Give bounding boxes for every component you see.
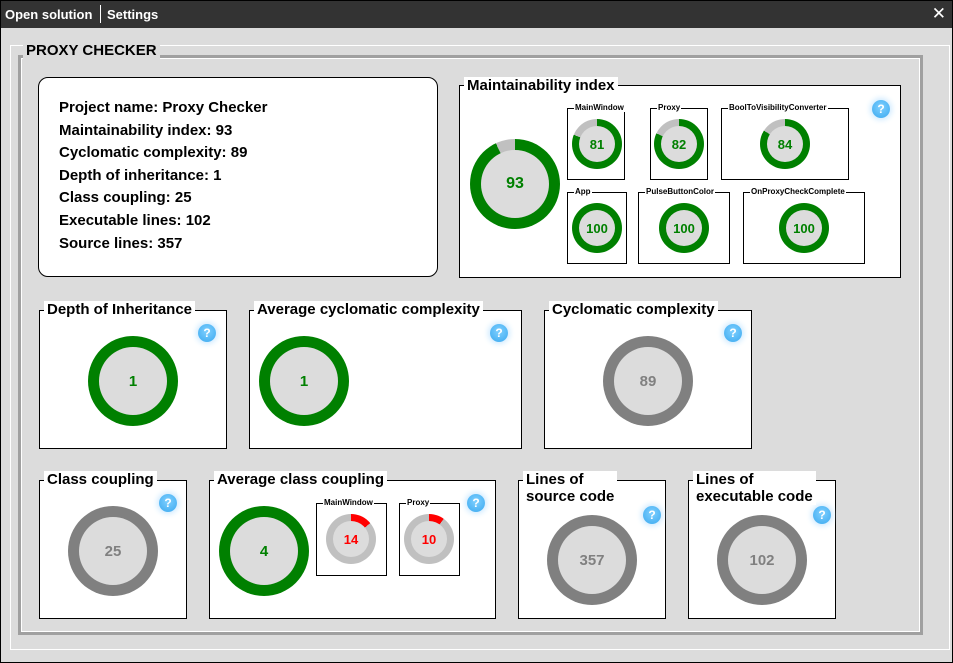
maintainability-ring: 93 xyxy=(470,139,560,229)
class-ring: 14 xyxy=(326,514,376,564)
class-name: OnProxyCheckComplete xyxy=(750,187,846,196)
avg-class-coupling-title: Average class coupling xyxy=(214,471,388,488)
ring-value: 1 xyxy=(99,347,167,415)
executable-lines-title-line1: Lines of xyxy=(696,471,754,488)
app-window: Open solution Settings ✕ PROXY CHECKER P… xyxy=(0,0,953,663)
avg-cyclomatic-ring: 1 xyxy=(259,336,349,426)
menu-separator xyxy=(100,5,101,23)
title-bar: Open solution Settings ✕ xyxy=(1,1,952,28)
ring-value: 82 xyxy=(661,126,697,162)
maintainability-panel: 93 MainWindow 81 Proxy 82 BoolToVisibili… xyxy=(459,85,901,278)
class-coupling-ring: 25 xyxy=(68,506,158,596)
ring-value: 89 xyxy=(614,347,682,415)
ring-value: 81 xyxy=(579,126,615,162)
avg-class-coupling-help-icon[interactable]: ? xyxy=(467,494,485,512)
ring-value: 10 xyxy=(411,521,447,557)
avg-cyclomatic-panel: 1 ? xyxy=(249,310,522,449)
cyclomatic-help-icon[interactable]: ? xyxy=(724,324,742,342)
avg-cyclomatic-help-icon[interactable]: ? xyxy=(490,324,508,342)
depth-help-icon[interactable]: ? xyxy=(198,324,216,342)
ring-value: 102 xyxy=(728,526,796,594)
ring-value: 357 xyxy=(558,526,626,594)
project-name: Project name: Proxy Checker xyxy=(59,99,268,116)
maintainability-class-card: Proxy 82 xyxy=(650,103,708,180)
cyclomatic-ring: 89 xyxy=(603,336,693,426)
cyclomatic-panel: 89 ? xyxy=(544,310,752,449)
cyclomatic-title: Cyclomatic complexity xyxy=(549,301,718,318)
ring-value: 14 xyxy=(333,521,369,557)
class-coupling-title: Class coupling xyxy=(44,471,157,488)
class-ring: 84 xyxy=(760,119,810,169)
ring-value: 100 xyxy=(786,210,822,246)
class-ring: 82 xyxy=(654,119,704,169)
maintainability-class-card: MainWindow 81 xyxy=(567,103,625,180)
ring-value: 25 xyxy=(79,517,147,585)
maintainability-line: Maintainability index: 93 xyxy=(59,121,233,139)
source-line: Source lines: 357 xyxy=(59,234,183,252)
ring-value: 4 xyxy=(230,517,298,585)
depth-line: Depth of inheritance: 1 xyxy=(59,166,222,184)
source-lines-ring: 357 xyxy=(547,515,637,605)
class-name: MainWindow xyxy=(323,498,374,507)
frame-title: PROXY CHECKER xyxy=(23,42,160,59)
depth-title: Depth of Inheritance xyxy=(44,301,196,318)
depth-ring: 1 xyxy=(88,336,178,426)
executable-lines-title-line2: executable code xyxy=(696,488,813,505)
class-name: PulseButtonColor xyxy=(645,187,715,196)
class-ring: 100 xyxy=(572,203,622,253)
class-coupling-panel: 25 ? xyxy=(39,480,187,619)
maintainability-class-card: OnProxyCheckComplete 100 xyxy=(743,187,865,264)
maintainability-title: Maintainability index xyxy=(464,77,618,94)
executable-line: Executable lines: 102 xyxy=(59,211,211,229)
source-lines-title: Lines of source code xyxy=(523,471,618,505)
ring-value: 84 xyxy=(767,126,803,162)
ring-value: 93 xyxy=(481,150,549,218)
project-info-card: Project name: Proxy Checker Maintainabil… xyxy=(38,77,438,277)
maintainability-class-card: BoolToVisibilityConverter 84 xyxy=(721,103,849,180)
avg-class-coupling-ring: 4 xyxy=(219,506,309,596)
class-name: App xyxy=(574,187,592,196)
class-name: BoolToVisibilityConverter xyxy=(728,103,828,112)
executable-lines-ring: 102 xyxy=(717,515,807,605)
ring-value: 1 xyxy=(270,347,338,415)
ring-value: 100 xyxy=(666,210,702,246)
avg-cyclomatic-title: Average cyclomatic complexity xyxy=(254,301,483,318)
settings-menu[interactable]: Settings xyxy=(107,7,158,22)
coupling-class-card: MainWindow 14 xyxy=(316,498,387,576)
cyclomatic-line: Cyclomatic complexity: 89 xyxy=(59,144,248,162)
class-coupling-help-icon[interactable]: ? xyxy=(159,494,177,512)
close-icon[interactable]: ✕ xyxy=(932,4,946,24)
maintainability-help-icon[interactable]: ? xyxy=(872,100,890,118)
source-lines-help-icon[interactable]: ? xyxy=(643,506,661,524)
executable-lines-title: Lines of executable code xyxy=(693,471,816,505)
class-name: MainWindow xyxy=(574,103,625,112)
maintainability-class-card: PulseButtonColor 100 xyxy=(638,187,730,264)
class-name: Proxy xyxy=(657,103,682,112)
source-lines-title-line1: Lines of xyxy=(526,471,584,488)
source-lines-title-line2: source code xyxy=(526,488,615,505)
coupling-class-card: Proxy 10 xyxy=(399,498,460,576)
coupling-line: Class coupling: 25 xyxy=(59,189,192,207)
depth-panel: 1 ? xyxy=(39,310,227,449)
class-ring: 100 xyxy=(779,203,829,253)
class-name: Proxy xyxy=(406,498,431,507)
ring-value: 100 xyxy=(579,210,615,246)
executable-lines-help-icon[interactable]: ? xyxy=(813,506,831,524)
maintainability-class-card: App 100 xyxy=(567,187,627,264)
open-solution-menu[interactable]: Open solution xyxy=(5,7,92,22)
class-ring: 10 xyxy=(404,514,454,564)
avg-class-coupling-panel: 4 MainWindow 14 Proxy 10 ? xyxy=(209,480,496,619)
class-ring: 100 xyxy=(659,203,709,253)
class-ring: 81 xyxy=(572,119,622,169)
